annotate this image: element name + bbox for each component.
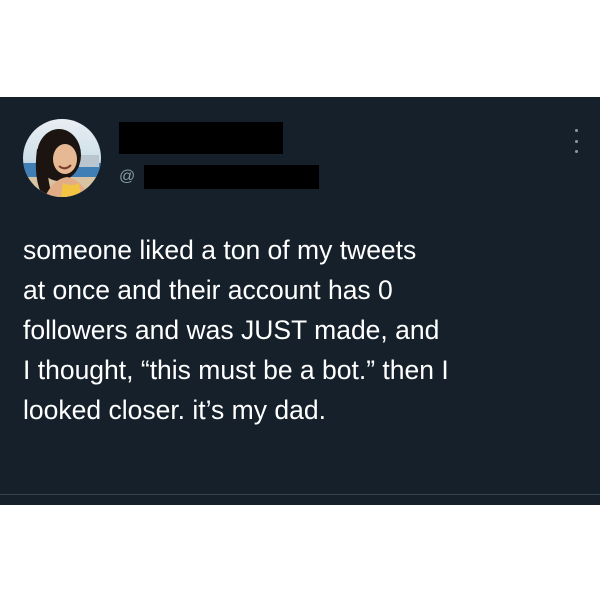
more-dot: [574, 150, 578, 153]
handle-row[interactable]: @: [119, 165, 320, 189]
tweet-text-line: looked closer. it’s my dad.: [23, 395, 326, 425]
tweet-text-line: at once and their account has 0: [23, 275, 393, 305]
avatar-photo: [23, 119, 101, 197]
redacted-display-name: [119, 122, 283, 154]
divider: [0, 494, 600, 495]
tweet-text-line: someone liked a ton of my tweets: [23, 235, 417, 265]
avatar[interactable]: [23, 119, 101, 197]
more-options-icon[interactable]: [570, 129, 582, 153]
tweet-text-line: I thought, “this must be a bot.” then I: [23, 355, 449, 385]
tweet-text: someone liked a ton of my tweets at once…: [23, 230, 573, 430]
more-dot: [574, 139, 578, 143]
more-dot: [574, 129, 578, 132]
tweet-text-line: followers and was JUST made, and: [23, 315, 440, 345]
tweet-card: @ someone liked a ton of my tweets at on…: [0, 97, 600, 505]
redacted-handle: [144, 165, 320, 189]
handle-at-symbol: @: [119, 168, 136, 185]
